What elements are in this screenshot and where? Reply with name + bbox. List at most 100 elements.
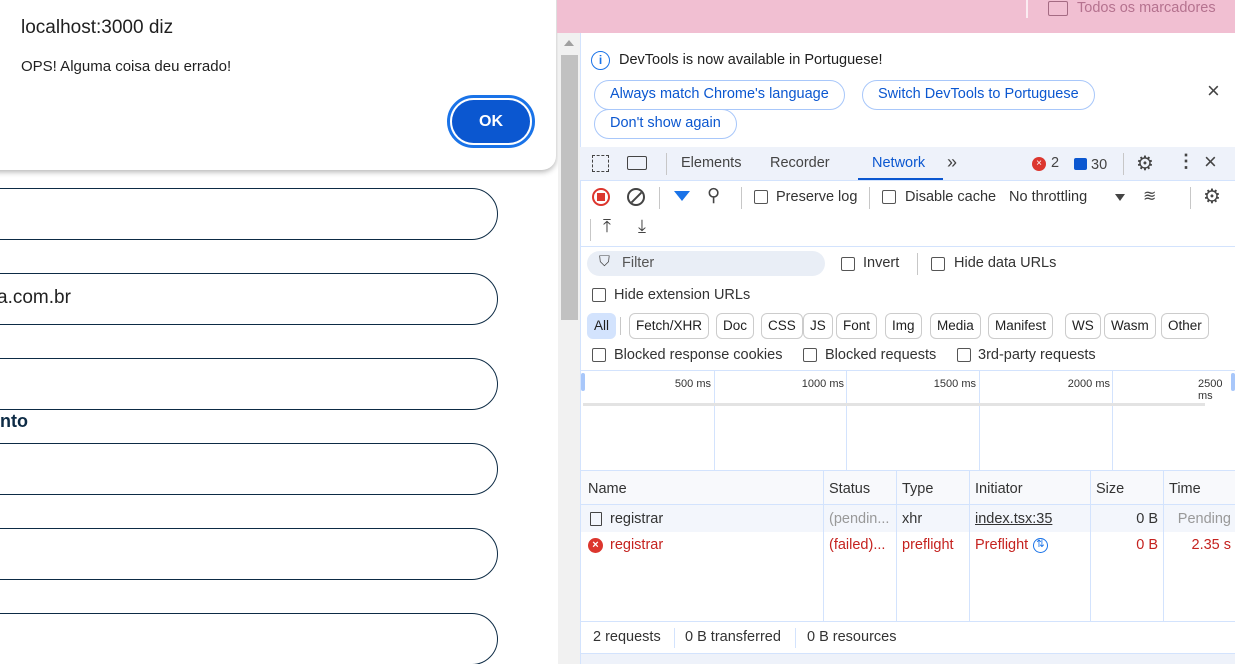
row1-size: 0 B [1136, 511, 1158, 527]
blocked-requests-checkbox[interactable] [803, 348, 817, 362]
search-icon[interactable]: ⚲ [707, 185, 720, 206]
infobar-message: DevTools is now available in Portuguese! [619, 52, 883, 68]
device-toolbar-icon[interactable] [627, 156, 647, 170]
close-devtools-icon[interactable]: × [1204, 149, 1217, 175]
form-input-5[interactable] [0, 528, 498, 580]
email-input[interactable]: a.com.br [0, 273, 498, 325]
throttling-select[interactable]: No throttling [1009, 189, 1087, 205]
message-count[interactable]: 30 [1091, 157, 1107, 173]
row1-status: (pendin... [829, 511, 890, 527]
row2-name[interactable]: registrar [610, 537, 663, 553]
active-tab-indicator [858, 178, 943, 180]
import-har-icon[interactable]: ⤒ [603, 216, 611, 237]
field-label: nto [0, 411, 28, 431]
email-value: a.com.br [0, 287, 71, 308]
timeline-left-handle[interactable] [581, 373, 585, 391]
row1-time: Pending [1177, 511, 1231, 527]
hide-extension-urls-checkbox[interactable] [592, 288, 606, 302]
message-icon[interactable] [1074, 158, 1087, 170]
type-filter-fetch-xhr[interactable]: Fetch/XHR [629, 313, 710, 339]
type-filter-font[interactable]: Font [836, 313, 878, 339]
row2-initiator[interactable]: Preflight [975, 537, 1028, 553]
col-name[interactable]: Name [588, 481, 627, 497]
ok-button[interactable]: OK [447, 95, 535, 148]
row2-time: 2.35 s [1191, 537, 1232, 553]
preflight-icon[interactable]: ⇅ [1033, 538, 1048, 553]
col-status[interactable]: Status [829, 481, 870, 497]
tick-2000: 2000 ms [1067, 378, 1110, 390]
disable-cache-checkbox[interactable] [882, 190, 896, 204]
type-filter-manifest[interactable]: Manifest [988, 313, 1054, 339]
type-filter-ws[interactable]: WS [1065, 313, 1101, 339]
settings-icon[interactable]: ⚙ [1136, 151, 1154, 176]
row2-status: (failed)... [829, 537, 886, 553]
folder-icon [1048, 1, 1068, 16]
hide-data-urls-checkbox[interactable] [931, 257, 945, 271]
network-conditions-icon[interactable]: ≋ [1143, 186, 1156, 206]
bookmarks-bar: Todos os marcadores [557, 0, 1235, 33]
type-filter-doc[interactable]: Doc [716, 313, 755, 339]
form-input-3[interactable] [0, 358, 498, 410]
more-options-icon[interactable]: ⋮ [1177, 151, 1195, 172]
tab-network[interactable]: Network [872, 155, 925, 171]
dialog-title: localhost:3000 diz [21, 17, 174, 38]
row2-type: preflight [902, 537, 954, 553]
always-match-language-button[interactable]: Always match Chrome's language [594, 80, 845, 110]
type-filter-media[interactable]: Media [930, 313, 981, 339]
export-har-icon[interactable]: ⤓ [638, 216, 646, 237]
tick-1500: 1500 ms [933, 378, 976, 390]
dialog-message: OPS! Alguma coisa deu errado! [21, 58, 232, 75]
preserve-log-checkbox[interactable] [754, 190, 768, 204]
devtools-tabbar: Elements Recorder Network » × 2 30 ⚙ ⋮ × [580, 147, 1235, 181]
error-icon: × [588, 538, 603, 553]
blocked-cookies-checkbox[interactable] [592, 348, 606, 362]
type-filter-js[interactable]: JS [803, 313, 833, 339]
col-type[interactable]: Type [902, 481, 933, 497]
row1-name[interactable]: registrar [610, 511, 663, 527]
filter-input[interactable]: ⛉ Filter [587, 251, 825, 276]
form-input-6[interactable] [0, 613, 498, 664]
type-filter-all[interactable]: All [587, 313, 617, 339]
network-settings-icon[interactable]: ⚙ [1203, 184, 1221, 209]
scroll-up-arrow-icon[interactable] [564, 40, 574, 46]
tab-recorder[interactable]: Recorder [770, 155, 830, 171]
tick-500: 500 ms [674, 378, 711, 390]
type-filter-wasm[interactable]: Wasm [1104, 313, 1156, 339]
row1-type: xhr [902, 511, 923, 527]
form-input-1[interactable] [0, 188, 498, 240]
footer-resources: 0 B resources [807, 629, 897, 645]
document-icon [590, 512, 602, 526]
type-filter-other[interactable]: Other [1161, 313, 1209, 339]
more-tabs-icon[interactable]: » [947, 152, 957, 173]
blocked-requests-label: Blocked requests [825, 347, 937, 363]
error-count[interactable]: 2 [1051, 155, 1059, 171]
invert-checkbox[interactable] [841, 257, 855, 271]
alert-dialog: localhost:3000 diz OPS! Alguma coisa deu… [0, 0, 556, 170]
ok-label: OK [452, 100, 530, 143]
row1-initiator-link[interactable]: index.tsx:35 [975, 511, 1052, 527]
dont-show-again-button[interactable]: Don't show again [594, 109, 737, 139]
all-bookmarks-link[interactable]: Todos os marcadores [1077, 0, 1216, 16]
type-filter-css[interactable]: CSS [761, 313, 803, 339]
col-size[interactable]: Size [1096, 481, 1124, 497]
scrollbar-thumb[interactable] [561, 55, 578, 320]
error-icon[interactable]: × [1032, 157, 1046, 171]
tab-elements[interactable]: Elements [681, 155, 741, 171]
clear-icon[interactable] [627, 188, 645, 206]
inspect-element-icon[interactable] [592, 155, 609, 172]
blocked-cookies-label: Blocked response cookies [614, 347, 783, 363]
form-input-4[interactable] [0, 443, 498, 495]
third-party-checkbox[interactable] [957, 348, 971, 362]
preserve-log-label: Preserve log [776, 189, 858, 205]
tick-1000: 1000 ms [801, 378, 844, 390]
footer-requests: 2 requests [593, 629, 661, 645]
stop-recording-icon[interactable] [592, 188, 610, 206]
col-time[interactable]: Time [1169, 481, 1201, 497]
switch-to-portuguese-button[interactable]: Switch DevTools to Portuguese [862, 80, 1095, 110]
throttling-dropdown-icon[interactable] [1115, 194, 1125, 201]
filter-icon[interactable] [674, 191, 690, 201]
third-party-label: 3rd-party requests [978, 347, 1096, 363]
close-infobar-icon[interactable]: × [1207, 78, 1220, 104]
type-filter-img[interactable]: Img [885, 313, 922, 339]
col-initiator[interactable]: Initiator [975, 481, 1023, 497]
